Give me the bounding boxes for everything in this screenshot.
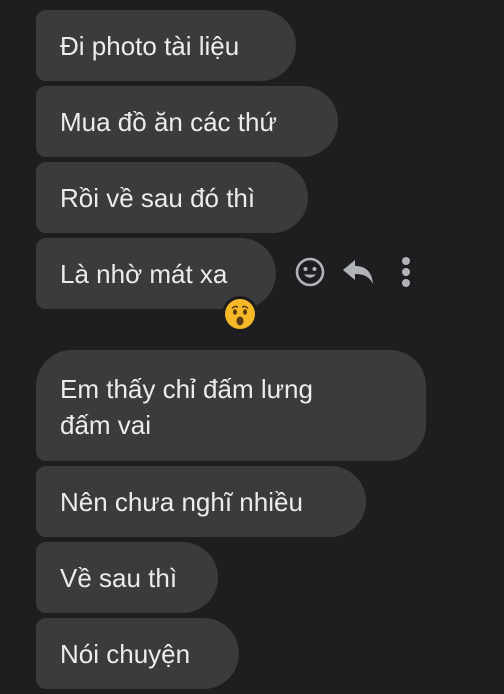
message-actions xyxy=(292,254,424,290)
message-bubble[interactable]: Về sau thì xyxy=(36,542,218,613)
reply-arrow-icon xyxy=(343,260,373,284)
message-text: Về sau thì xyxy=(60,562,178,593)
message-bubble[interactable]: Nên chưa nghĩ nhiều xyxy=(36,466,366,537)
more-options-button[interactable] xyxy=(388,254,424,290)
reaction-badge[interactable] xyxy=(222,296,258,332)
message-text: Là nhờ mát xa xyxy=(60,258,228,289)
smiley-face-icon xyxy=(295,257,325,287)
message-bubble[interactable]: Em thấy chỉ đấm lưng đấm vai xyxy=(36,350,426,461)
message-text: Mua đồ ăn các thứ xyxy=(60,106,277,137)
message-bubble[interactable]: Rồi về sau đó thì xyxy=(36,162,308,233)
message-bubble[interactable]: Đi photo tài liệu xyxy=(36,10,296,81)
react-button[interactable] xyxy=(292,254,328,290)
message-text: Em thấy chỉ đấm lưng đấm vai xyxy=(60,373,313,440)
message-text: Nên chưa nghĩ nhiều xyxy=(60,486,303,517)
surprised-face-emoji xyxy=(225,299,255,329)
reply-button[interactable] xyxy=(340,254,376,290)
more-vertical-icon xyxy=(402,257,410,287)
message-text: Nói chuyện xyxy=(60,638,191,669)
message-text: Đi photo tài liệu xyxy=(60,30,240,61)
message-bubble[interactable]: Nói chuyện xyxy=(36,618,239,689)
message-bubble[interactable]: Mua đồ ăn các thứ xyxy=(36,86,338,157)
message-text: Rồi về sau đó thì xyxy=(60,182,256,213)
